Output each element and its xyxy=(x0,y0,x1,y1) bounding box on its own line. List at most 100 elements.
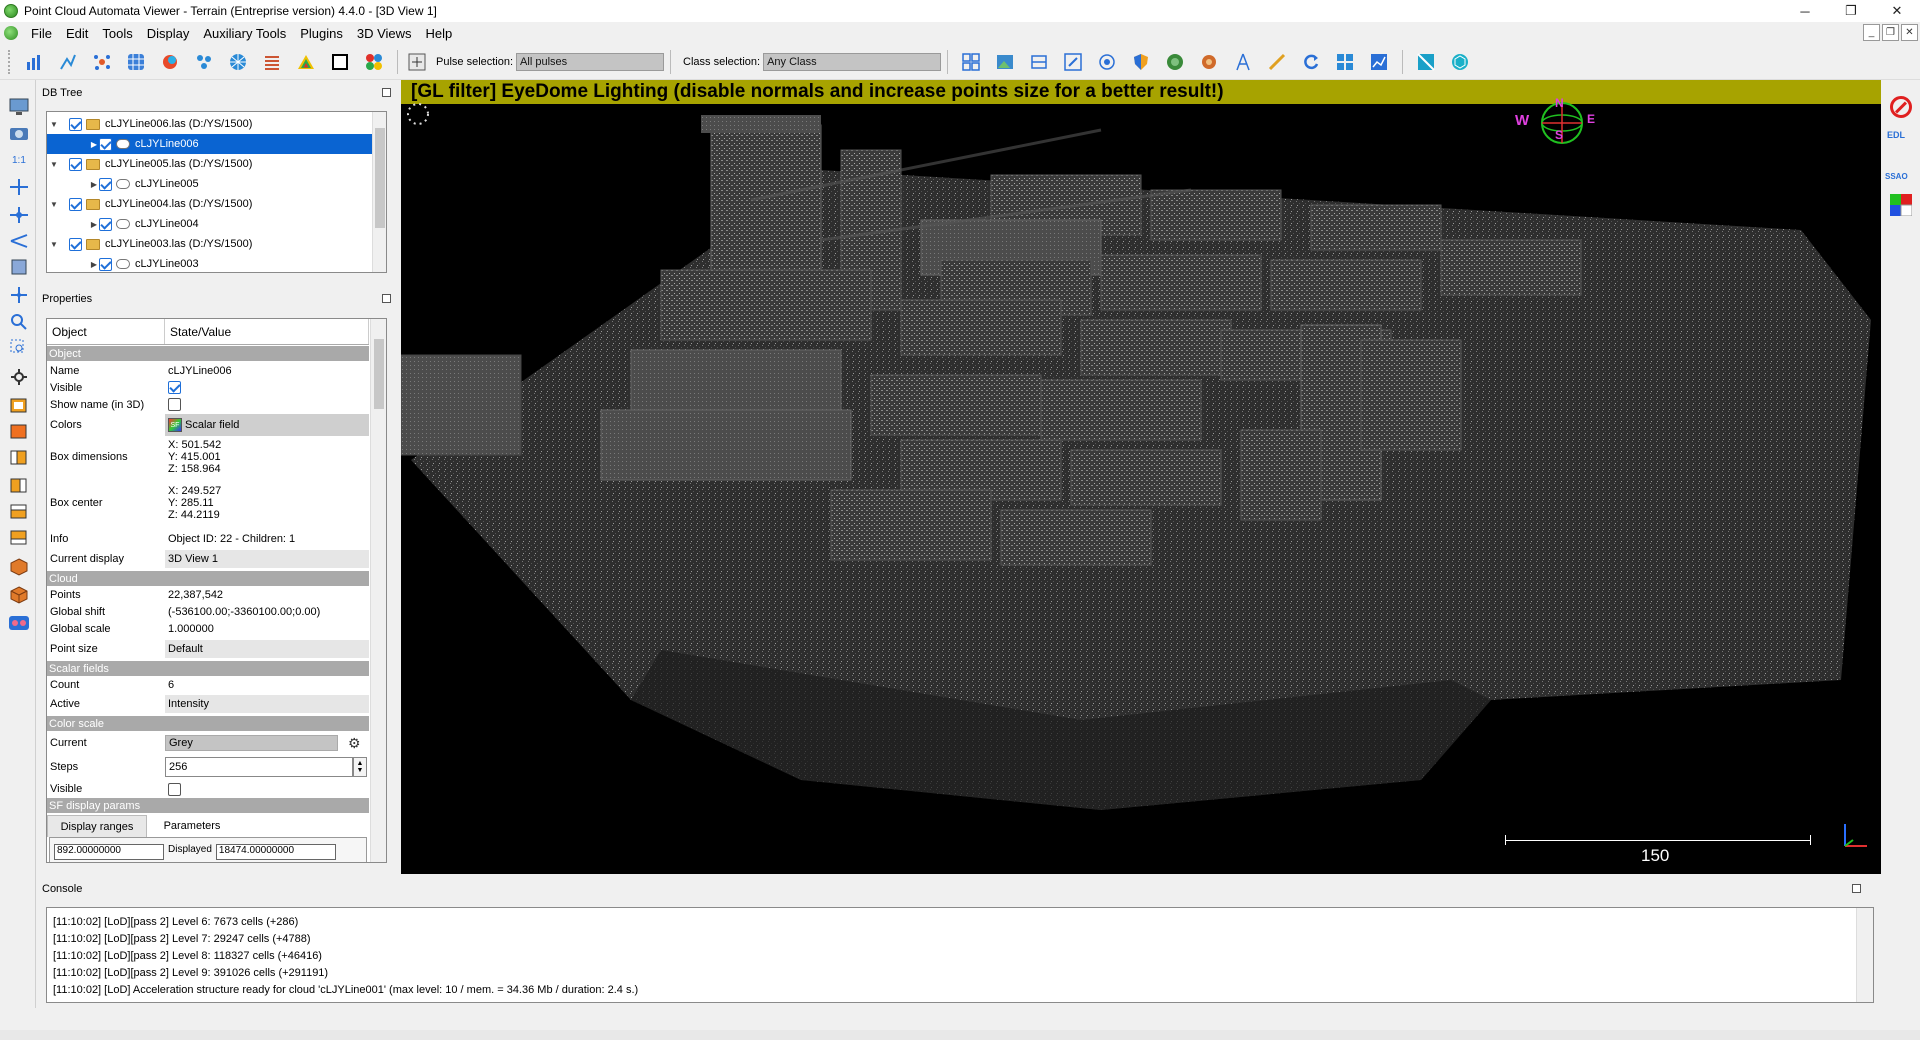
tree-item-file[interactable]: ▼ cLJYLine006.las (D:/YS/1500) xyxy=(47,114,386,134)
iso-view-1-icon[interactable] xyxy=(8,556,30,578)
gear-icon[interactable]: ⚙ xyxy=(348,735,361,752)
mdi-minimize-button[interactable]: _ xyxy=(1863,24,1880,41)
grid-classify-icon[interactable] xyxy=(125,51,147,73)
class-selection-dropdown[interactable]: Any Class xyxy=(763,52,942,71)
mdi-restore-button[interactable]: ❐ xyxy=(1882,24,1899,41)
menu-display[interactable]: Display xyxy=(140,26,197,41)
rotate-icon[interactable] xyxy=(1300,51,1322,73)
visibility-checkbox[interactable] xyxy=(99,177,112,191)
zoom-box-icon[interactable] xyxy=(8,336,30,358)
grid-icon[interactable] xyxy=(227,51,249,73)
collapse-arrow-icon[interactable]: ▼ xyxy=(49,120,59,129)
app-menu-icon[interactable] xyxy=(4,26,18,40)
menu-plugins[interactable]: Plugins xyxy=(293,26,350,41)
view-grid-icon[interactable] xyxy=(960,51,982,73)
bookmark-icon[interactable] xyxy=(1415,51,1437,73)
visibility-checkbox[interactable] xyxy=(69,237,82,251)
visibility-checkbox[interactable] xyxy=(99,257,112,271)
menu-auxiliary-tools[interactable]: Auxiliary Tools xyxy=(196,26,293,41)
console-scrollbar[interactable] xyxy=(1856,908,1873,1002)
box-select-icon[interactable] xyxy=(329,51,351,73)
visible-checkbox[interactable] xyxy=(168,381,181,394)
visibility-checkbox[interactable] xyxy=(99,137,112,151)
visibility-checkbox[interactable] xyxy=(69,157,82,171)
palette-icon[interactable] xyxy=(363,51,385,73)
back-view-icon[interactable] xyxy=(8,420,30,442)
segment-icon[interactable] xyxy=(91,51,113,73)
menu-edit[interactable]: Edit xyxy=(59,26,95,41)
cube-icon[interactable] xyxy=(1449,51,1471,73)
color-blocks-icon[interactable] xyxy=(1890,194,1913,217)
chart-window-icon[interactable] xyxy=(1368,51,1390,73)
move-icon[interactable] xyxy=(8,284,30,306)
edit-icon[interactable] xyxy=(1062,51,1084,73)
column-header-object[interactable]: Object xyxy=(47,319,165,344)
expand-arrow-icon[interactable]: ▶ xyxy=(89,180,99,189)
collapse-arrow-icon[interactable]: ▼ xyxy=(49,240,59,249)
cluster-icon[interactable] xyxy=(193,51,215,73)
expand-arrow-icon[interactable]: ▶ xyxy=(89,260,99,269)
tree-item-file[interactable]: ▼ cLJYLine005.las (D:/YS/1500) xyxy=(47,154,386,174)
zoom-icon[interactable] xyxy=(8,310,30,332)
expand-arrow-icon[interactable]: ▶ xyxy=(89,220,99,229)
compass-widget[interactable]: W N E S xyxy=(1515,96,1605,158)
menu-tools[interactable]: Tools xyxy=(95,26,139,41)
target-icon[interactable] xyxy=(1096,51,1118,73)
range-max-spinbox[interactable]: 18474.00000000 xyxy=(215,844,336,860)
tree-icon[interactable] xyxy=(1198,51,1220,73)
tree-item-cloud[interactable]: ▶ cLJYLine003 xyxy=(47,254,386,272)
scrollbar-thumb[interactable] xyxy=(375,128,385,228)
tree-item-cloud[interactable]: ▶ cLJYLine004 xyxy=(47,214,386,234)
disable-filter-icon[interactable] xyxy=(1890,96,1912,118)
scale-visible-checkbox[interactable] xyxy=(168,782,181,796)
tree-item-cloud[interactable]: ▶ cLJYLine005 xyxy=(47,174,386,194)
pulse-selection-dropdown[interactable]: All pulses xyxy=(516,52,665,71)
collapse-arrow-icon[interactable]: ▼ xyxy=(49,160,59,169)
view-cube-icon[interactable] xyxy=(8,256,30,278)
rainbow-icon[interactable] xyxy=(295,51,317,73)
measure-icon[interactable] xyxy=(1266,51,1288,73)
float-panel-icon[interactable] xyxy=(382,88,391,97)
filter-icon[interactable] xyxy=(57,51,79,73)
histogram-icon[interactable] xyxy=(23,51,45,73)
current-display-dropdown[interactable]: 3D View 1 xyxy=(165,550,369,568)
edl-button[interactable]: EDL xyxy=(1887,130,1905,140)
properties-scrollbar[interactable] xyxy=(370,319,386,862)
active-sf-dropdown[interactable]: Intensity xyxy=(165,695,369,713)
shield-icon[interactable] xyxy=(1130,51,1152,73)
steps-spinbox[interactable]: 256 xyxy=(165,757,353,777)
mdi-close-button[interactable]: ✕ xyxy=(1901,24,1918,41)
layers-icon[interactable] xyxy=(261,51,283,73)
tree-scrollbar[interactable] xyxy=(372,112,386,272)
column-header-value[interactable]: State/Value xyxy=(165,319,369,344)
tab-display-ranges[interactable]: Display ranges xyxy=(47,815,147,837)
colors-dropdown[interactable]: SF Scalar field xyxy=(165,414,369,436)
close-button[interactable]: ✕ xyxy=(1874,0,1920,22)
scrollbar-thumb[interactable] xyxy=(374,339,384,409)
section-icon[interactable] xyxy=(1028,51,1050,73)
monitor-icon[interactable] xyxy=(8,96,30,118)
3d-view[interactable]: [GL filter] EyeDome Lighting (disable no… xyxy=(401,80,1881,874)
minimize-button[interactable]: ─ xyxy=(1782,0,1828,22)
right-view-icon[interactable] xyxy=(8,474,30,496)
point-size-dropdown[interactable]: Default xyxy=(165,640,369,658)
crosshair-icon[interactable] xyxy=(8,176,30,198)
left-view-icon[interactable] xyxy=(8,446,30,468)
tree-item-file[interactable]: ▼ cLJYLine004.las (D:/YS/1500) xyxy=(47,194,386,214)
camera-icon[interactable] xyxy=(8,122,30,144)
top-view-icon[interactable] xyxy=(8,500,30,522)
tree-item-cloud-selected[interactable]: ▶ cLJYLine006 xyxy=(47,134,386,154)
tab-parameters[interactable]: Parameters xyxy=(147,815,237,837)
maximize-button[interactable]: ❐ xyxy=(1828,0,1874,22)
rotation-center-icon[interactable] xyxy=(8,366,30,388)
name-value[interactable]: cLJYLine006 xyxy=(165,362,369,379)
expand-arrow-icon[interactable]: ▶ xyxy=(89,140,99,149)
iso-view-2-icon[interactable] xyxy=(8,584,30,606)
stereo-icon[interactable] xyxy=(8,612,30,634)
globe-icon[interactable] xyxy=(1164,51,1186,73)
menu-3d-views[interactable]: 3D Views xyxy=(350,26,419,41)
pole-icon[interactable] xyxy=(1232,51,1254,73)
color-ball-icon[interactable] xyxy=(159,51,181,73)
image-icon[interactable] xyxy=(994,51,1016,73)
front-view-icon[interactable] xyxy=(8,394,30,416)
